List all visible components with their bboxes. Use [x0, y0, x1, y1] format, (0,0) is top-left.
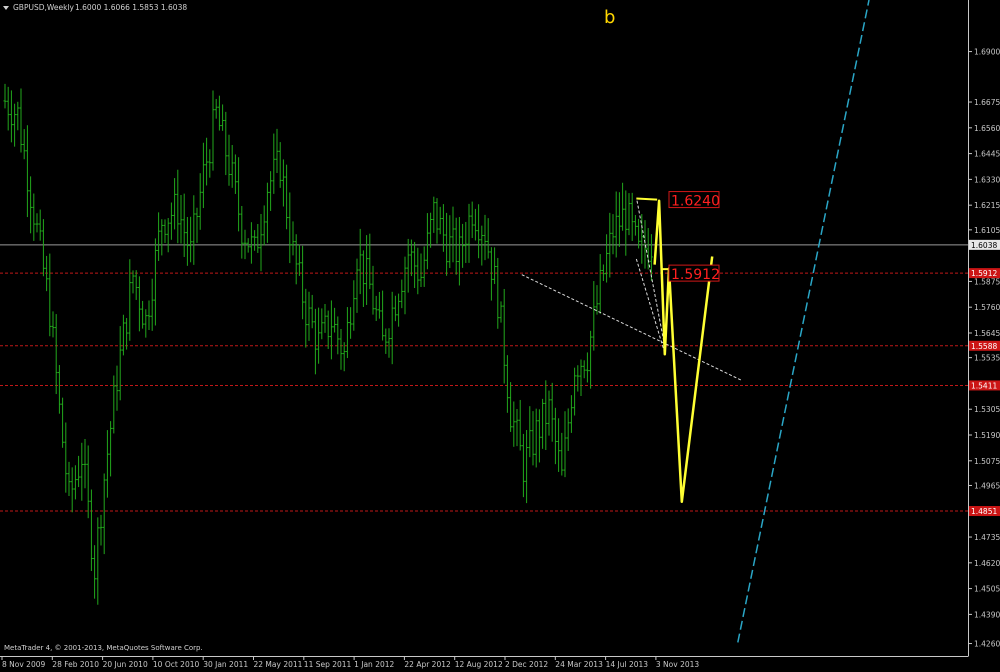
price-tick-label: 1.4505	[974, 585, 1000, 594]
date-tick-label: 30 Jan 2011	[203, 660, 248, 669]
price-tick-label: 1.6105	[974, 226, 1000, 235]
date-tick-label: 2 Dec 2012	[505, 660, 548, 669]
price-tick-label: 1.6215	[974, 201, 1000, 210]
chart-background	[0, 0, 1000, 672]
price-label-text: 1.5912	[671, 267, 720, 283]
symbol-title: GBPUSD,Weekly	[13, 3, 75, 12]
date-tick-label: 24 Mar 2013	[555, 660, 603, 669]
date-tick-label: 3 Nov 2013	[656, 660, 699, 669]
ohlc-readout: 1.6000 1.6066 1.5853 1.6038	[75, 3, 187, 12]
price-tick-label: 1.5645	[974, 329, 1000, 338]
date-tick-label: 11 Sep 2011	[304, 660, 352, 669]
price-tick-label: 1.6445	[974, 150, 1000, 159]
price-tick-label: 1.6675	[974, 98, 1000, 107]
price-tick-label: 1.5875	[974, 277, 1000, 286]
wave-label: b	[604, 7, 615, 28]
price-label-box: 1.5912	[668, 264, 720, 283]
price-tick-label: 1.4735	[974, 533, 1000, 542]
price-tick-label: 1.6900	[974, 48, 1000, 57]
date-tick-label: 28 Feb 2010	[52, 660, 99, 669]
date-tick-label: 22 Apr 2012	[404, 660, 451, 669]
price-tick-label: 1.6330	[974, 175, 1000, 184]
date-tick-label: 14 Jul 2013	[606, 660, 649, 669]
date-tick-label: 1 Jan 2012	[354, 660, 394, 669]
price-tick-label: 1.5190	[974, 431, 1000, 440]
price-tick-label: 1.4390	[974, 610, 1000, 619]
price-label-box: 1.6240	[668, 191, 720, 210]
current-price-text: 1.6038	[971, 241, 997, 250]
price-tick-label: 1.5535	[974, 354, 1000, 363]
price-tick-label: 1.6560	[974, 124, 1000, 133]
price-tick-label: 1.5760	[974, 303, 1000, 312]
level-price-text: 1.5411	[971, 381, 997, 390]
price-label-text: 1.6240	[671, 194, 720, 210]
price-tick-label: 1.5075	[974, 457, 1000, 466]
date-tick-label: 8 Nov 2009	[2, 660, 45, 669]
date-tick-label: 22 May 2011	[254, 660, 303, 669]
level-price-text: 1.5912	[971, 269, 997, 278]
price-chart[interactable]: 1.6240 1.5912 1.6900 1.6675 1.6560 1.6445 1.6…	[0, 0, 1000, 672]
price-tick-label: 1.4260	[974, 640, 1000, 649]
date-tick-label: 20 Jun 2010	[103, 660, 148, 669]
copyright-text: MetaTrader 4, © 2001-2013, MetaQuotes So…	[4, 644, 203, 652]
price-tick-label: 1.4965	[974, 481, 1000, 490]
pattern-plateau[interactable]	[636, 197, 658, 201]
level-price-text: 1.4851	[971, 507, 997, 516]
date-tick-label: 10 Oct 2010	[153, 660, 200, 669]
date-tick-label: 12 Aug 2012	[455, 660, 503, 669]
price-tick-label: 1.5305	[974, 405, 1000, 414]
level-price-text: 1.5588	[971, 342, 997, 351]
price-tick-label: 1.4620	[974, 559, 1000, 568]
